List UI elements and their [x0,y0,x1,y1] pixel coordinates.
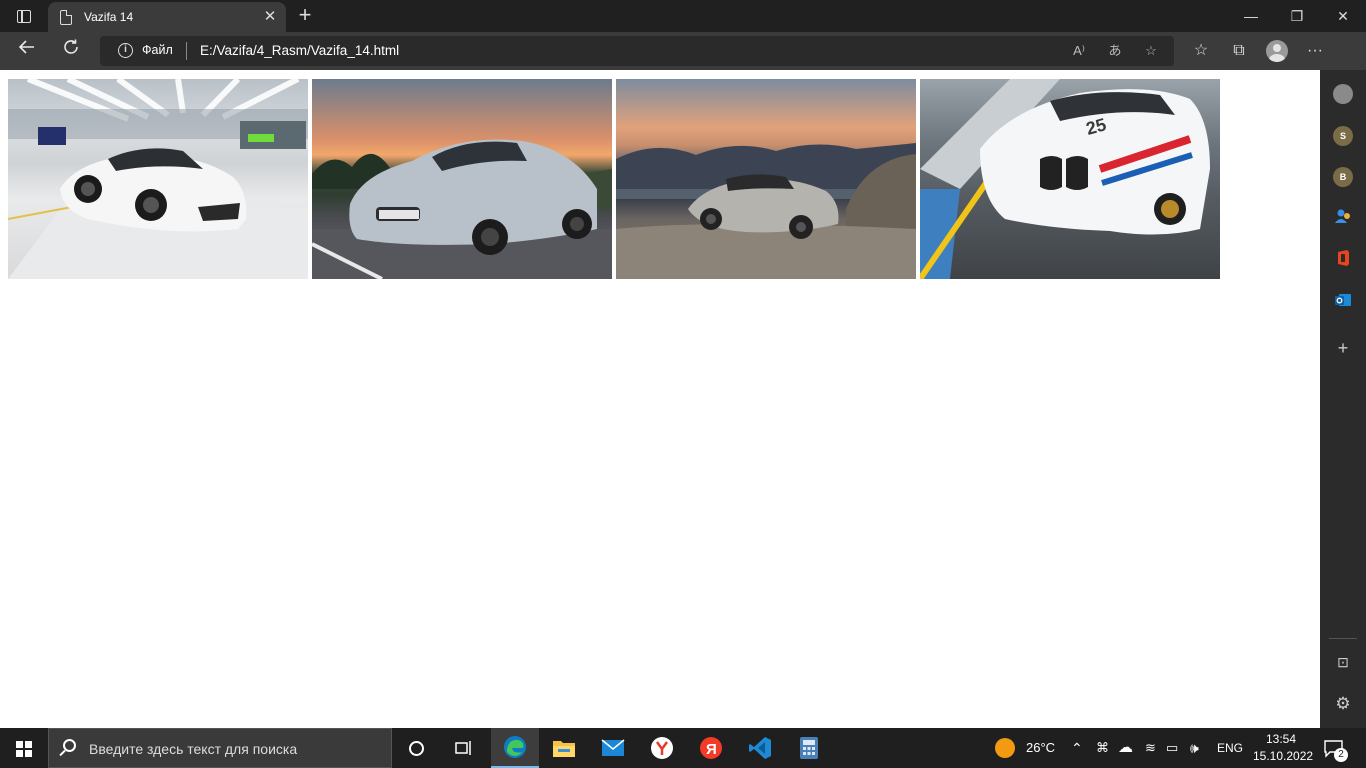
address-bar[interactable]: i Файл E:/Vazifa/4_Rasm/Vazifa_14.html A… [100,36,1174,66]
battery-icon[interactable]: ▭ [1166,728,1178,768]
vscode-icon [749,737,771,759]
sidebar-separator [1329,638,1357,639]
weather-sun-icon[interactable] [995,738,1015,758]
tray-overflow-icon[interactable]: ⌃ [1071,728,1083,768]
clock-time: 13:54 [1266,732,1297,746]
yandex-browser-button[interactable] [638,728,686,768]
hide-sidebar-icon[interactable]: ⊡ [1331,650,1355,674]
yandex-browser-icon [651,737,673,759]
outlook-svg [1335,294,1351,306]
collections-icon[interactable]: ⧉ [1224,36,1254,66]
b-circle-icon[interactable]: B [1333,167,1353,187]
yandex-button[interactable]: Я [687,728,735,768]
folder-icon [553,741,575,757]
start-button[interactable] [0,728,48,768]
add-favorite-icon[interactable]: ☆ [1138,40,1164,62]
notification-count-badge: 2 [1334,748,1348,762]
tab-close-icon[interactable]: ✕ [260,7,280,27]
volume-icon[interactable]: 🕪 [1190,728,1199,768]
calculator-icon [800,737,818,759]
address-bar-actions: A⁾ あ ☆ [1066,40,1164,62]
refresh-icon [64,39,78,54]
restore-button[interactable]: ❐ [1274,0,1320,32]
windows-logo-icon [16,741,32,757]
page-content: 25 [0,70,1320,728]
tab-vazifa-14[interactable]: Vazifa 14 ✕ [48,2,286,32]
car-photo-3 [616,143,916,279]
scheme-label: Файл [142,43,173,57]
refresh-button[interactable] [56,36,86,66]
close-window-button[interactable]: ✕ [1320,0,1366,32]
office-svg [1338,250,1349,266]
tab-actions-icon [17,9,31,23]
window-controls: — ❐ ✕ [1228,0,1366,32]
back-arrow-icon [18,40,34,54]
search-placeholder: Введите здесь текст для поиска [89,741,298,757]
notifications-button[interactable]: 2 [1324,728,1348,768]
car-image-2 [312,79,612,279]
profile-avatar[interactable] [1266,40,1288,62]
clock-date: 15.10.2022 [1253,749,1314,763]
yandex-icon: Я [700,737,722,759]
taskbar-search[interactable]: Введите здесь текст для поиска [48,728,392,768]
clock[interactable]: 13:54 15.10.2022 [1252,728,1322,768]
car-photo-2 [312,139,612,279]
meet-now-icon[interactable]: ⌘ [1096,728,1109,768]
vscode-button[interactable] [736,728,784,768]
address-separator [186,42,187,60]
edge-sidebar: S B + ⊡ ⚙ [1320,70,1366,728]
page-icon [60,9,72,25]
site-info-icon[interactable]: i [118,43,133,58]
favorites-icon[interactable]: ☆ [1186,36,1216,66]
edge-icon [504,736,526,758]
calculator-button[interactable] [785,728,833,768]
weather-temp[interactable]: 26°C [1026,728,1055,768]
search-icon [63,739,76,752]
tab-actions-button[interactable] [8,4,40,28]
minimize-button[interactable]: — [1228,0,1274,32]
mail-icon [601,739,625,756]
task-view-icon [455,741,471,755]
svg-text:Я: Я [706,741,717,758]
car-image-3 [616,79,916,279]
people-icon[interactable] [1331,207,1355,231]
s-circle-icon[interactable]: S [1333,126,1353,146]
cortana-icon [408,740,424,756]
wifi-icon[interactable]: ≋ [1145,728,1156,768]
people-svg [1335,209,1350,223]
url-text[interactable]: E:/Vazifa/4_Rasm/Vazifa_14.html [200,43,399,58]
edge-taskbar-button[interactable] [491,728,539,768]
car-image-1 [8,79,308,279]
title-bar: Vazifa 14 ✕ + — ❐ ✕ [0,0,1366,32]
back-button[interactable] [12,36,42,66]
task-view-button[interactable] [440,728,488,768]
onedrive-cloud-icon[interactable]: ☁ [1118,728,1133,768]
taskbar: Введите здесь текст для поиска Я 26°C ⌃ … [0,728,1366,768]
language-indicator[interactable]: ENG [1217,728,1243,768]
file-explorer-button[interactable] [540,728,588,768]
outlook-icon[interactable] [1331,291,1355,315]
car-image-4: 25 [920,79,1220,279]
navigation-bar: i Файл E:/Vazifa/4_Rasm/Vazifa_14.html A… [0,32,1366,70]
add-sidebar-item-icon[interactable]: + [1331,336,1355,360]
car-photo-1 [8,79,308,279]
read-aloud-icon[interactable]: A⁾ [1066,40,1092,62]
mail-button[interactable] [589,728,637,768]
cortana-button[interactable] [392,728,440,768]
more-menu-icon[interactable]: ··· [1300,36,1330,66]
settings-gear-icon[interactable]: ⚙ [1331,692,1355,716]
translate-icon[interactable]: あ [1102,40,1128,62]
car-photo-4: 25 [920,79,1210,279]
new-tab-button[interactable]: + [292,4,318,28]
tab-title: Vazifa 14 [84,10,134,24]
office-icon[interactable] [1331,249,1355,273]
gray-circle-icon[interactable] [1333,84,1353,104]
toolbar-icons: ☆ ⧉ ··· [1186,36,1330,66]
